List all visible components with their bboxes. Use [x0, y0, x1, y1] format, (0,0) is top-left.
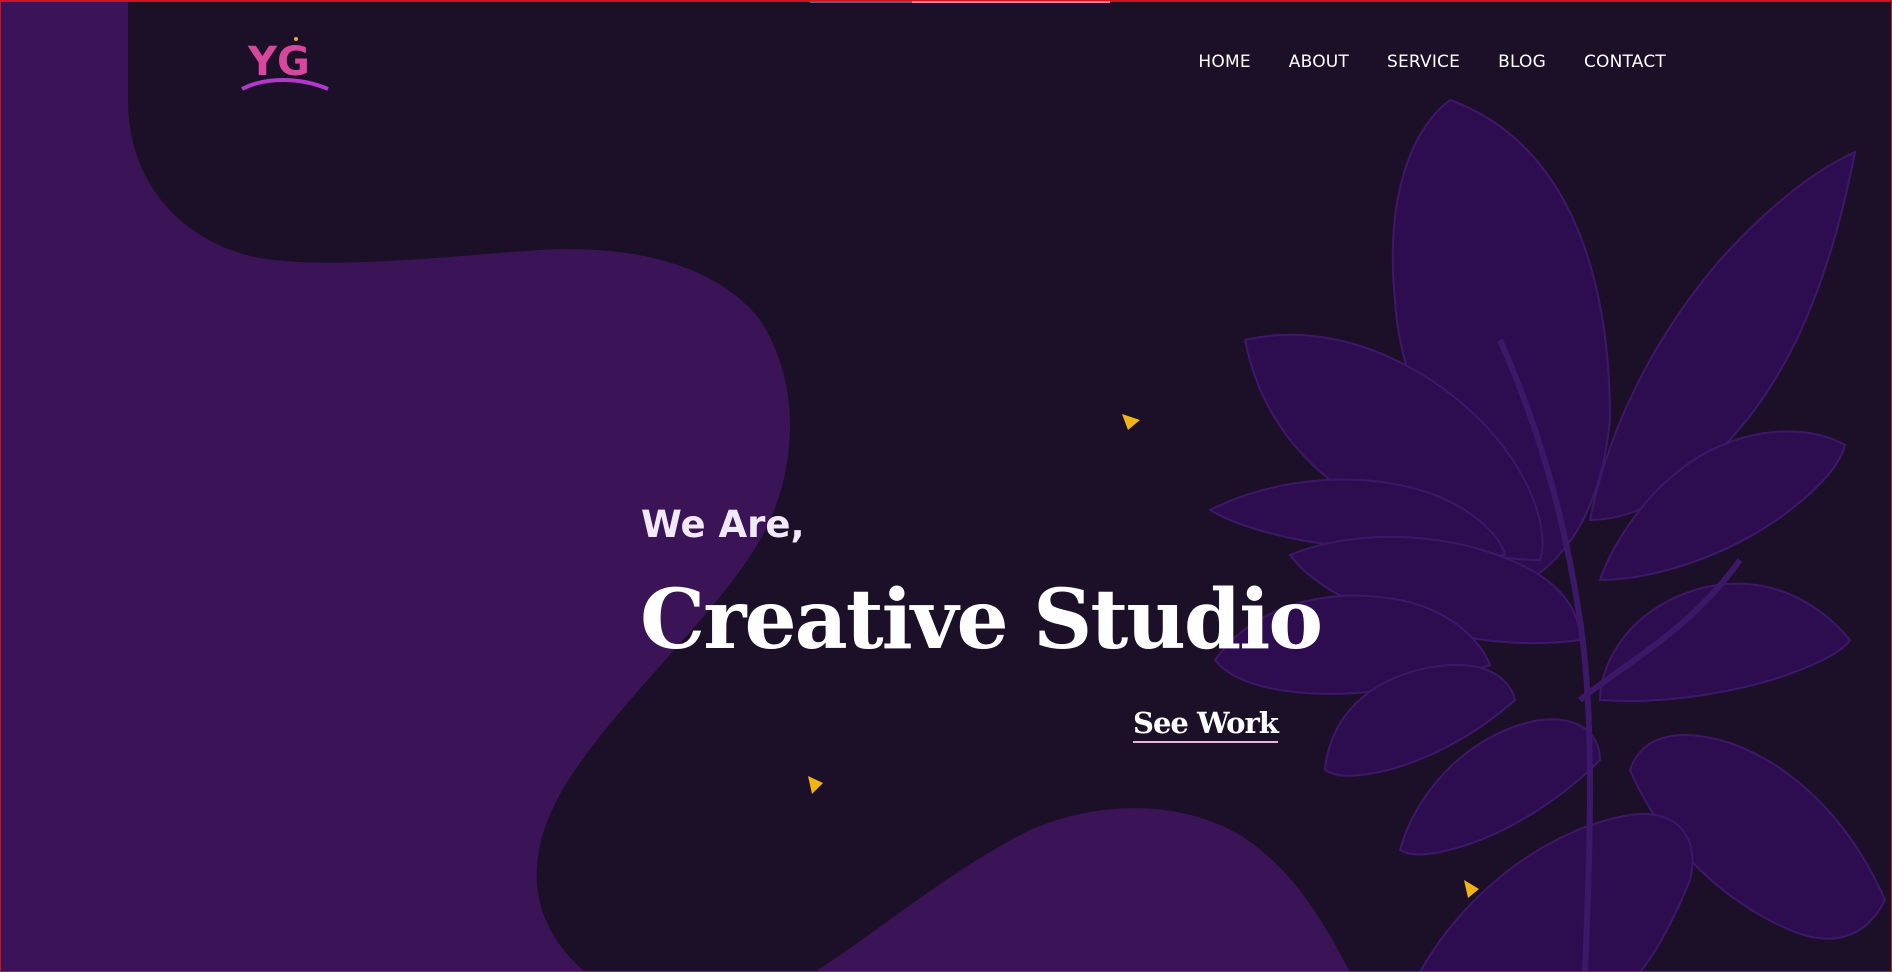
triangle-shape	[1464, 880, 1479, 898]
scroll-progress-fill	[912, 1, 1110, 3]
hero-title: Creative Studio	[640, 572, 1323, 668]
main-nav: HOME ABOUT SERVICE BLOG CONTACT	[1198, 52, 1666, 72]
scroll-progress-bar	[810, 1, 1110, 3]
nav-about[interactable]: ABOUT	[1289, 52, 1349, 72]
triangle-shape	[808, 776, 823, 794]
see-work-link[interactable]: See Work	[1133, 706, 1279, 743]
triangle-shape	[1122, 414, 1140, 430]
nav-service[interactable]: SERVICE	[1387, 52, 1460, 72]
nav-home[interactable]: HOME	[1198, 52, 1250, 72]
nav-blog[interactable]: BLOG	[1498, 52, 1546, 72]
leaf-right-lower	[1598, 582, 1852, 702]
logo-sparkle	[294, 37, 298, 41]
nav-contact[interactable]: CONTACT	[1584, 52, 1666, 72]
plant-leaves-illustration	[1207, 98, 1887, 972]
hero-subtitle: We Are,	[641, 503, 805, 546]
logo-mark[interactable]: YG	[240, 33, 330, 95]
